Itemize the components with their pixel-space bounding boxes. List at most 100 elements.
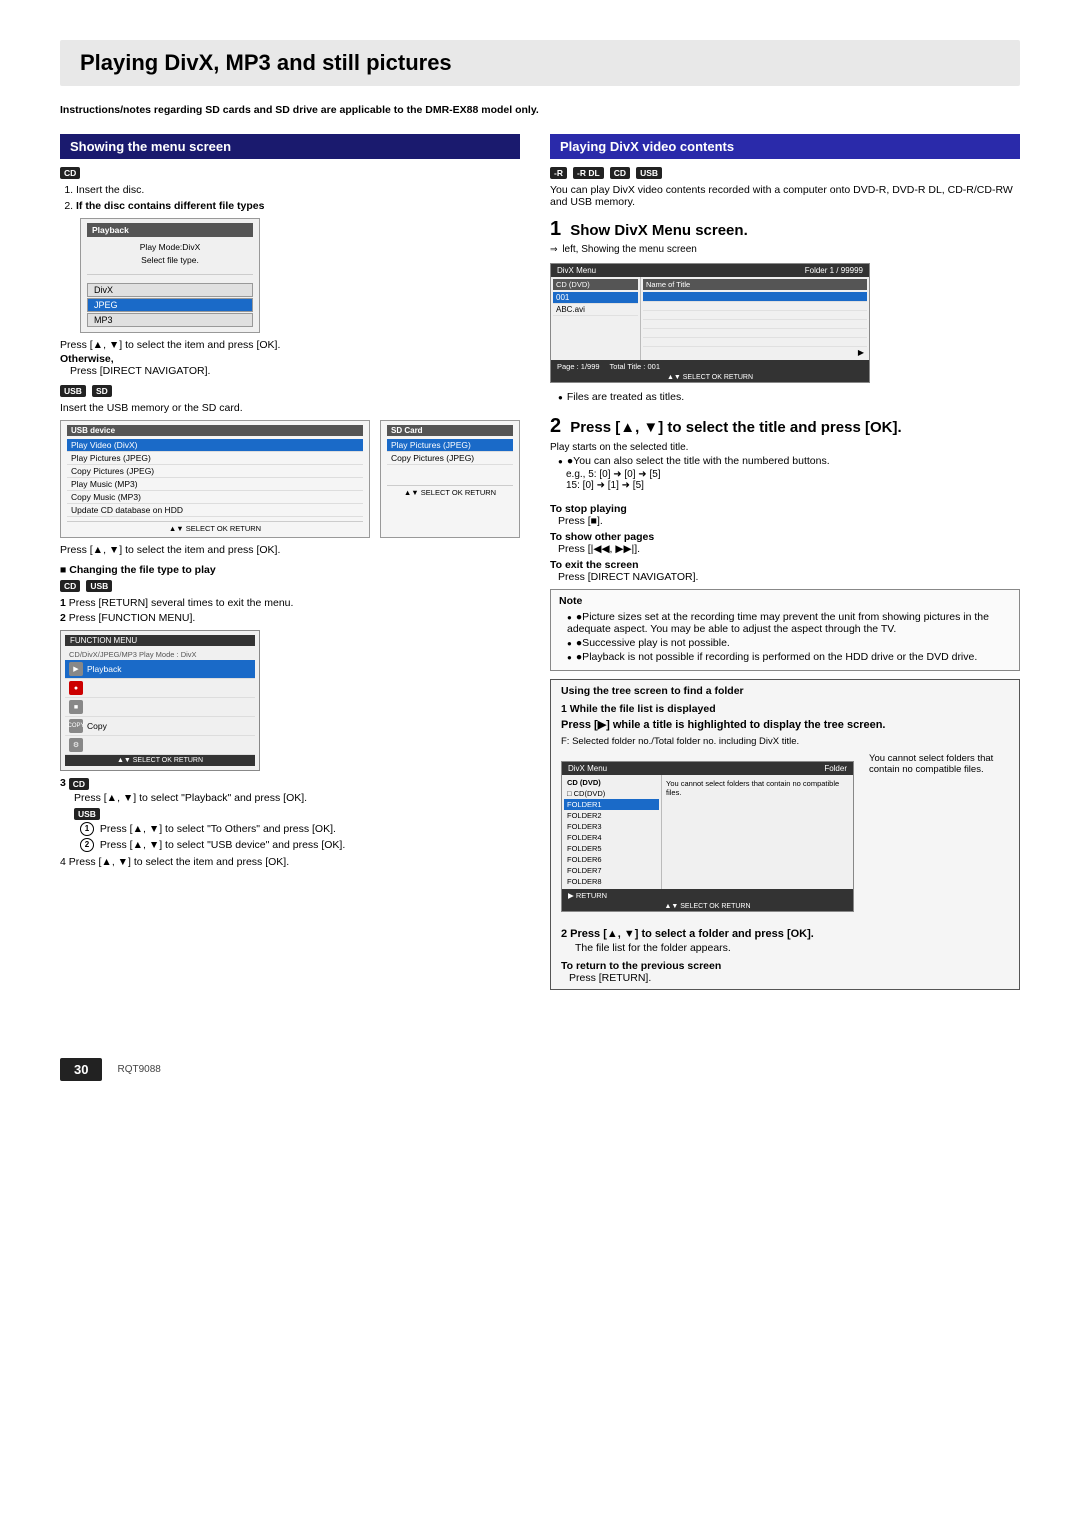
to-show-text: Press [|◀◀, ▶▶|]. — [558, 543, 1020, 555]
usb-sd-text: Insert the USB memory or the SD card. — [60, 402, 520, 414]
tree-item-root: □ CD(DVD) — [564, 788, 659, 799]
function-menu-screen: FUNCTION MENU CD/DivX/JPEG/MP3 Play Mode… — [60, 630, 260, 771]
func-subtitle: CD/DivX/JPEG/MP3 Play Mode : DivX — [65, 649, 255, 660]
tree-item-folder4: FOLDER4 — [564, 832, 659, 843]
sd-item-2: Copy Pictures (JPEG) — [387, 452, 513, 465]
intro-note: Instructions/notes regarding SD cards an… — [60, 104, 1020, 116]
divx-right-header: Name of Title — [643, 279, 867, 290]
step1-arrow: left, Showing the menu screen — [550, 244, 1020, 255]
func-row-2: ● — [65, 679, 255, 698]
device-screens: USB device Play Video (DivX) Play Pictur… — [60, 420, 520, 538]
step-func: 2 Press [FUNCTION MENU]. — [60, 612, 520, 624]
divx-right-panel: Name of Title ▶ — [641, 277, 869, 360]
playback-screen-title: Playback — [87, 223, 253, 237]
menu-jpeg: JPEG — [87, 298, 253, 312]
tree-item-folder6: FOLDER6 — [564, 854, 659, 865]
f-note: F: Selected folder no./Total folder no. … — [561, 736, 1009, 747]
divx-intro-text: You can play DivX video contents recorde… — [550, 184, 1020, 208]
to-stop-label: To stop playing — [550, 503, 1020, 515]
badge-rdl: -R DL — [573, 167, 604, 179]
badge-cd: CD — [610, 167, 630, 179]
step3-usb-text2: 2 Press [▲, ▼] to select "USB device" an… — [80, 838, 520, 852]
circle-2: 2 — [80, 838, 94, 852]
divx-title-2 — [643, 302, 867, 311]
func-footer: ▲▼ SELECT OK RETURN — [65, 755, 255, 766]
to-show-label: To show other pages — [550, 531, 1020, 543]
tree-step2-text: 2 Press [▲, ▼] to select a folder and pr… — [561, 928, 1009, 940]
tree-right-panel: You cannot select folders that contain n… — [662, 775, 853, 889]
sd-screen: SD Card Play Pictures (JPEG) Copy Pictur… — [380, 420, 520, 538]
page-title: Playing DivX, MP3 and still pictures — [60, 40, 1020, 86]
cd-badge: CD — [60, 167, 80, 179]
step2-num: 2 — [550, 415, 561, 437]
usb-item-5: Copy Music (MP3) — [67, 491, 363, 504]
files-treated-note: Files are treated as titles. — [558, 391, 1020, 403]
otherwise-label: Otherwise, — [60, 353, 520, 365]
step3-cd-text: Press [▲, ▼] to select "Playback" and pr… — [74, 792, 520, 804]
step2-block: 2 Press [▲, ▼] to select the title and p… — [550, 415, 1020, 491]
menu-mp3: MP3 — [87, 313, 253, 327]
step1-title: Show DivX Menu screen. — [570, 222, 748, 239]
usb-badge-3: USB — [74, 808, 100, 820]
press-instruction-2: Press [▲, ▼] to select the item and pres… — [60, 544, 520, 556]
tree-section-box: Using the tree screen to find a folder 1… — [550, 679, 1020, 990]
tree-item-folder1: FOLDER1 — [564, 799, 659, 810]
play-mode-label: Play Mode:DivX — [87, 240, 253, 254]
right-column: Playing DivX video contents -R -R DL CD … — [550, 134, 1020, 998]
usb-menu-list: Play Video (DivX) Play Pictures (JPEG) C… — [67, 439, 363, 517]
divx-title-6 — [643, 338, 867, 347]
usb-nav-hint: ▲▼ SELECT OK RETURN — [67, 521, 363, 533]
func-playback-row: ▶ Playback — [65, 660, 255, 679]
tree-right-note: You cannot select folders that contain n… — [664, 777, 851, 799]
rec-icon: ● — [69, 681, 83, 695]
step1-block: 1 Show DivX Menu screen. left, Showing t… — [550, 218, 1020, 403]
step2-title: Press [▲, ▼] to select the title and pre… — [570, 419, 901, 436]
copy-icon: COPY — [69, 719, 83, 733]
divx-screen-header: DivX Menu Folder 1 / 99999 — [551, 264, 869, 277]
usb-item-3: Copy Pictures (JPEG) — [67, 465, 363, 478]
usb-item-6: Update CD database on HDD — [67, 504, 363, 517]
tree-nav-hint: ▲▼ SELECT OK RETURN — [562, 902, 853, 911]
usb-badge-2: USB — [86, 580, 112, 592]
usb-screen-title: USB device — [67, 425, 363, 436]
settings-icon: ⚙ — [69, 738, 83, 752]
step2-note1: ●You can also select the title with the … — [558, 455, 1020, 467]
divx-footer-page: Page : 1/999 — [557, 362, 600, 371]
tree-left-header: CD (DVD) — [564, 777, 659, 788]
step-1-insert: Insert the disc. — [76, 184, 520, 196]
divx-title-3 — [643, 311, 867, 320]
tree-step2-sub: The file list for the folder appears. — [575, 942, 1009, 954]
func-playback-label: Playback — [87, 664, 122, 674]
right-badges: -R -R DL CD USB — [550, 167, 1020, 179]
divx-file-abc: ABC.avi — [553, 304, 638, 316]
return-label: To return to the previous screen — [561, 960, 1009, 972]
func-row-3: ■ — [65, 698, 255, 717]
tree-item-folder5: FOLDER5 — [564, 843, 659, 854]
sd-screen-title: SD Card — [387, 425, 513, 436]
tree-left-panel: CD (DVD) □ CD(DVD) FOLDER1 FOLDER2 FOLDE… — [562, 775, 662, 889]
playback-icon: ▶ — [69, 662, 83, 676]
tree-step1-bold: Press [▶] while a title is highlighted t… — [561, 718, 1009, 731]
divx-menu-screen: DivX Menu Folder 1 / 99999 CD (DVD) 001 … — [550, 263, 870, 383]
step3-usb-text1: 1 Press [▲, ▼] to select "To Others" and… — [80, 822, 520, 836]
sd-badge: SD — [92, 385, 112, 397]
usb-screen: USB device Play Video (DivX) Play Pictur… — [60, 420, 370, 538]
divx-title-1 — [643, 292, 867, 302]
note-item-1: ●Picture sizes set at the recording time… — [567, 611, 1011, 635]
cd-badge-3: CD — [69, 778, 89, 790]
playing-divx-header: Playing DivX video contents — [550, 134, 1020, 159]
step-return: 1 Press [RETURN] several times to exit t… — [60, 597, 520, 609]
to-exit-text: Press [DIRECT NAVIGATOR]. — [558, 571, 1020, 583]
func-menu-title: FUNCTION MENU — [65, 635, 255, 646]
sd-nav-hint: ▲▼ SELECT OK RETURN — [387, 485, 513, 497]
func-row-5: ⚙ — [65, 736, 255, 755]
press-instruction-1: Press [▲, ▼] to select the item and pres… — [60, 339, 520, 351]
note-item-3: ●Playback is not possible if recording i… — [567, 651, 1011, 663]
tree-body: CD (DVD) □ CD(DVD) FOLDER1 FOLDER2 FOLDE… — [562, 775, 853, 889]
divx-footer-total: Total Title : 001 — [610, 362, 660, 371]
divx-screen-footer: Page : 1/999 Total Title : 001 — [551, 360, 869, 373]
divx-title-4 — [643, 320, 867, 329]
tree-item-folder3: FOLDER3 — [564, 821, 659, 832]
divx-left-header: CD (DVD) — [553, 279, 638, 290]
usb-item-1: Play Video (DivX) — [67, 439, 363, 452]
